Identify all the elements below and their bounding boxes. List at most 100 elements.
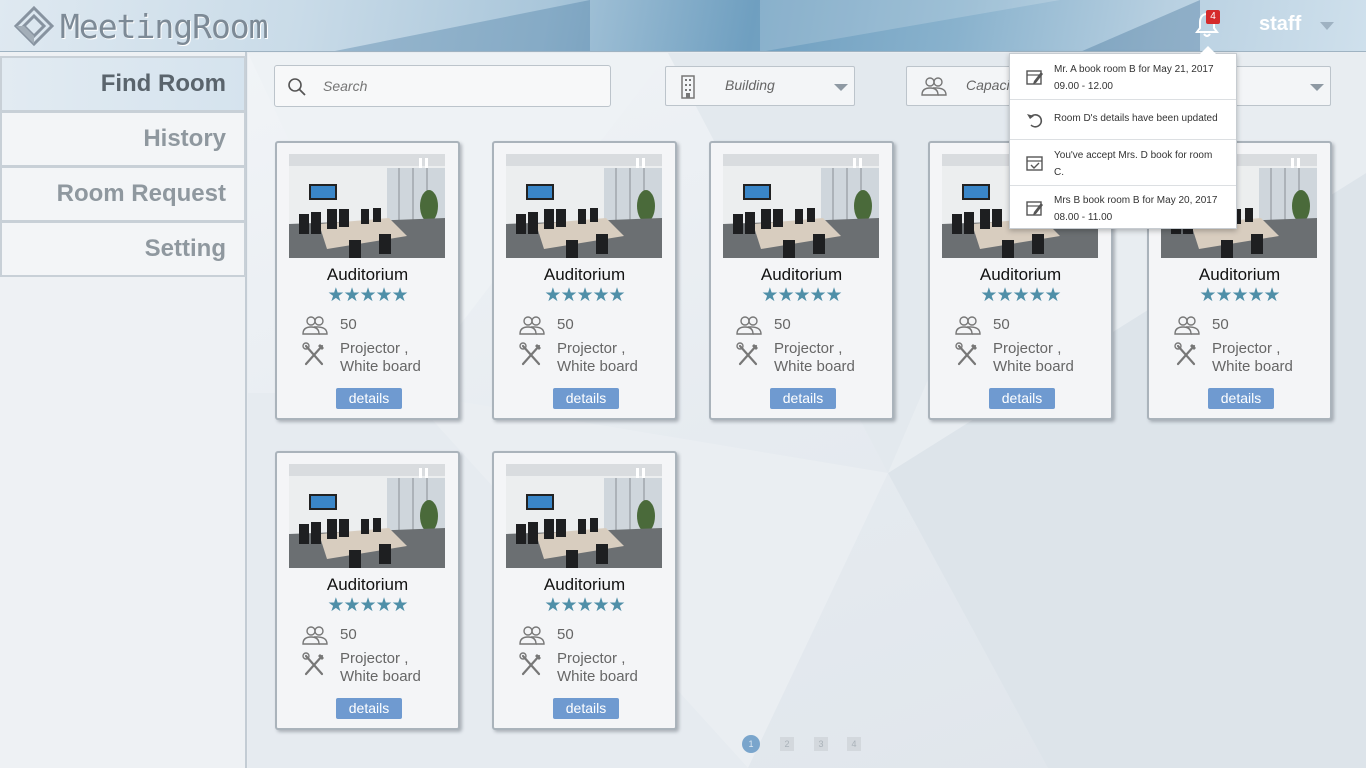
details-button[interactable]: details [989,388,1055,409]
chevron-down-icon[interactable] [1320,22,1334,30]
calendar-edit-icon [1026,201,1043,216]
search-input[interactable] [323,74,593,98]
details-button[interactable]: details [336,388,402,409]
user-name[interactable]: staff [1259,13,1301,36]
rating-stars: ★★★★★ [327,595,408,616]
sidebar-item-history[interactable]: History [0,111,246,167]
sidebar-item-room-request[interactable]: Room Request [0,166,246,222]
app-logo[interactable]: MeetingRoom [12,5,269,47]
app-header: MeetingRoom 4 staff [0,0,1366,52]
notification-item[interactable]: Mr. A book room B for May 21, 2017 09.00… [1010,54,1236,100]
page-4-button[interactable]: 4 [847,737,861,751]
notification-text-line1: Mr. A book room B for May 21, 2017 [1054,64,1214,75]
rating-stars: ★★★★★ [1199,285,1280,306]
capacity-select-label: Capaci [966,77,1010,93]
undo-icon [1027,114,1043,128]
room-capacity: 50 [557,316,574,333]
notification-item[interactable]: Mrs B book room B for May 20, 2017 08.00… [1010,186,1236,228]
notification-item[interactable]: Room D's details have been updated [1010,100,1236,140]
notification-badge: 4 [1206,10,1220,24]
rating-stars: ★★★★★ [327,285,408,306]
details-button[interactable]: details [553,698,619,719]
page-3-button[interactable]: 3 [814,737,828,751]
notification-item[interactable]: You've accept Mrs. D book for room C. [1010,140,1236,186]
search-field[interactable] [274,65,611,107]
tools-icon [302,342,324,366]
sidebar: Find Room History Room Request Setting [0,52,247,768]
page-1-button[interactable]: 1 [742,735,760,753]
room-capacity: 50 [340,626,357,643]
details-button[interactable]: details [553,388,619,409]
tools-icon [519,342,541,366]
room-equipment-line1: Projector , [557,340,626,357]
room-image [289,464,445,568]
notification-text-line1: Mrs B book room B for May 20, 2017 [1054,195,1218,206]
room-photo[interactable] [506,154,662,258]
building-select[interactable]: Building [665,66,855,106]
people-icon [302,626,328,645]
details-button[interactable]: details [770,388,836,409]
room-capacity: 50 [1212,316,1229,333]
notification-text-line2: C. [1054,167,1064,178]
rating-stars: ★★★★★ [761,285,842,306]
people-icon [519,316,545,335]
room-card[interactable]: Auditorium ★★★★★ 50 Projector , White bo… [492,451,677,730]
chevron-down-icon [1310,84,1324,91]
details-button[interactable]: details [336,698,402,719]
details-button[interactable]: details [1208,388,1274,409]
tools-icon [519,652,541,676]
calendar-edit-icon [1026,70,1043,85]
room-equipment-line2: White board [774,358,855,375]
people-icon [955,316,981,335]
room-equipment-line1: Projector , [340,340,409,357]
people-icon [519,626,545,645]
room-photo[interactable] [289,154,445,258]
building-icon [681,75,695,99]
room-equipment-line1: Projector , [774,340,843,357]
room-equipment-line2: White board [557,668,638,685]
room-equipment-line2: White board [340,358,421,375]
room-equipment-line1: Projector , [340,650,409,667]
room-image [723,154,879,258]
room-card[interactable]: Auditorium ★★★★★ 50 Projector , White bo… [709,141,894,420]
people-icon [921,77,947,96]
rating-stars: ★★★★★ [544,285,625,306]
room-equipment-line1: Projector , [557,650,626,667]
notification-text-line2: 09.00 - 12.00 [1054,81,1113,92]
people-icon [1174,316,1200,335]
room-name: Auditorium [543,575,626,594]
sidebar-item-find-room[interactable]: Find Room [0,56,246,112]
room-card[interactable]: Auditorium ★★★★★ 50 Projector , White bo… [275,141,460,420]
room-name: Auditorium [326,575,409,594]
sidebar-item-setting[interactable]: Setting [0,221,246,277]
room-equipment-line2: White board [557,358,638,375]
room-name: Auditorium [543,265,626,284]
room-name: Auditorium [1198,265,1281,284]
tools-icon [1174,342,1196,366]
room-photo[interactable] [506,464,662,568]
room-capacity: 50 [993,316,1010,333]
room-equipment-line2: White board [993,358,1074,375]
calendar-check-icon [1026,156,1043,171]
logo-icon [13,5,55,47]
room-card[interactable]: Auditorium ★★★★★ 50 Projector , White bo… [275,451,460,730]
tools-icon [955,342,977,366]
page-2-button[interactable]: 2 [780,737,794,751]
tools-icon [302,652,324,676]
notification-text-line2: 08.00 - 11.00 [1054,212,1113,223]
rating-stars: ★★★★★ [980,285,1061,306]
room-image [506,154,662,258]
rating-stars: ★★★★★ [544,595,625,616]
room-photo[interactable] [289,464,445,568]
building-select-label: Building [725,77,775,93]
room-card[interactable]: Auditorium ★★★★★ 50 Projector , White bo… [492,141,677,420]
tools-icon [736,342,758,366]
room-name: Auditorium [760,265,843,284]
room-equipment-line1: Projector , [993,340,1062,357]
room-photo[interactable] [723,154,879,258]
room-equipment-line2: White board [1212,358,1293,375]
notification-text-line1: You've accept Mrs. D book for room [1054,150,1213,161]
people-icon [302,316,328,335]
room-equipment-line2: White board [340,668,421,685]
room-capacity: 50 [557,626,574,643]
